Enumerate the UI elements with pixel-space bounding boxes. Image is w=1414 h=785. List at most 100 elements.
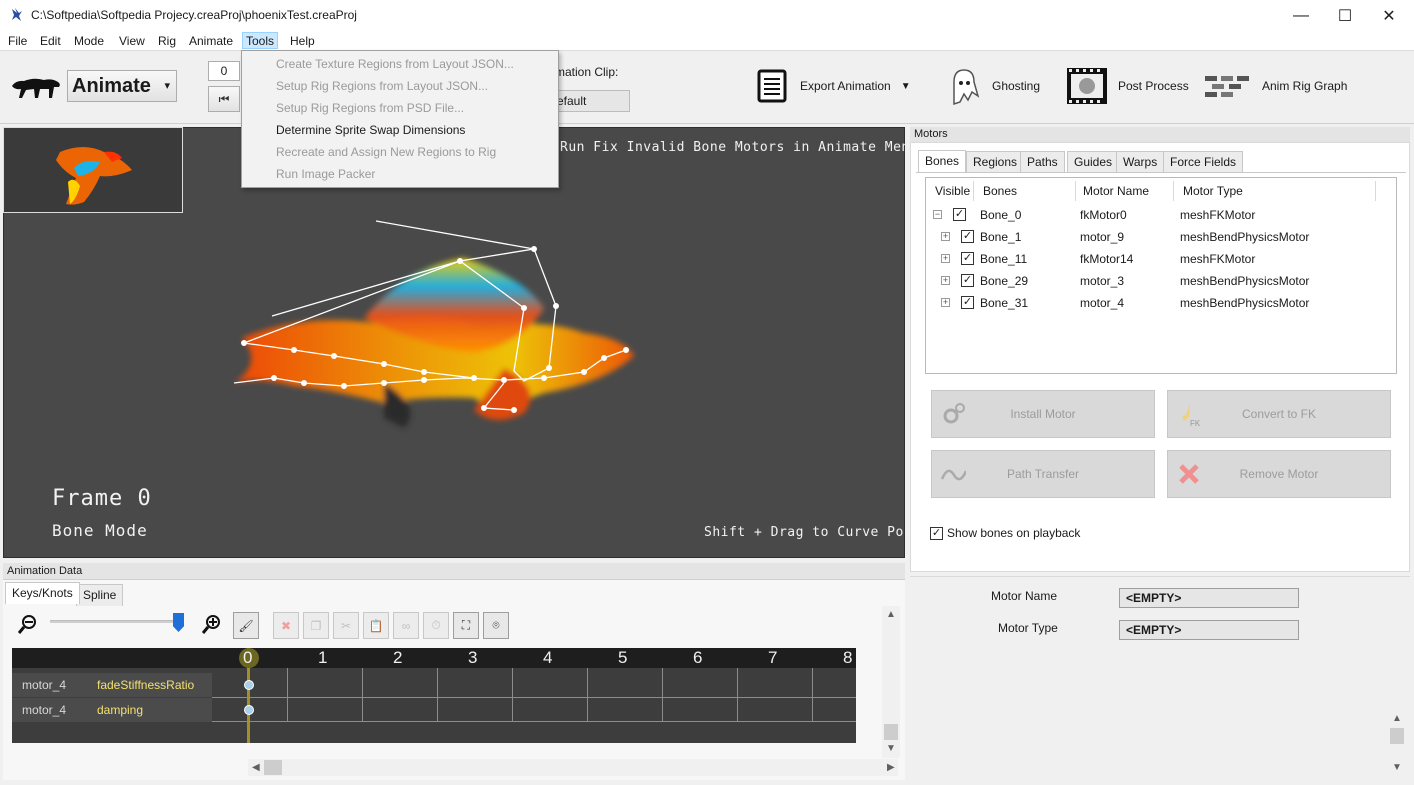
export-animation-button[interactable]: Export Animation ▼	[756, 64, 911, 108]
scroll-down-icon[interactable]: ▼	[1392, 762, 1402, 773]
scroll-right-icon[interactable]: ▶	[887, 762, 895, 773]
close-button[interactable]: ✕	[1366, 0, 1412, 31]
bone-name[interactable]: Bone_29	[980, 274, 1028, 288]
scroll-up-icon[interactable]: ▲	[1392, 713, 1402, 724]
tab-bones[interactable]: Bones	[918, 150, 967, 172]
show-bones-checkbox[interactable]: ✓	[930, 526, 943, 540]
bone-name[interactable]: Bone_31	[980, 296, 1028, 310]
install-motor-button[interactable]: Install Motor	[931, 390, 1155, 438]
tab-regions[interactable]: Regions	[966, 151, 1025, 173]
bone-name[interactable]: Bone_1	[980, 230, 1021, 244]
expand-icon[interactable]: +	[941, 276, 950, 285]
column-header-visible[interactable]: Visible	[935, 184, 970, 198]
window-title: C:\Softpedia\Softpedia Projecy.creaProj\…	[31, 8, 357, 22]
show-bones-checkbox-row[interactable]: ✓ Show bones on playback	[930, 526, 1080, 540]
menu-item-setup-rig-regions-psd[interactable]: Setup Rig Regions from PSD File...	[276, 101, 464, 115]
menu-rig[interactable]: Rig	[155, 33, 179, 50]
remove-motor-label: Remove Motor	[1239, 467, 1319, 481]
convert-to-fk-button[interactable]: FK Convert to FK	[1167, 390, 1391, 438]
post-process-button[interactable]: Post Process	[1066, 64, 1189, 108]
maximize-button[interactable]: ☐	[1322, 0, 1368, 31]
visible-checkbox[interactable]: ✓	[961, 296, 974, 309]
remove-motor-button[interactable]: Remove Motor	[1167, 450, 1391, 498]
keyframe-knot[interactable]	[244, 680, 254, 690]
keyframe-knot[interactable]	[244, 705, 254, 715]
brush-tool-button[interactable]: 🖌	[233, 612, 259, 639]
menu-edit[interactable]: Edit	[37, 33, 64, 50]
tab-guides[interactable]: Guides	[1067, 151, 1120, 173]
zoom-out-icon[interactable]	[18, 614, 38, 636]
motor-name[interactable]: motor_9	[1080, 230, 1124, 244]
tab-spline[interactable]: Spline	[76, 584, 124, 606]
motor-type[interactable]: meshBendPhysicsMotor	[1180, 296, 1309, 310]
motor-name[interactable]: motor_3	[1080, 274, 1124, 288]
zoom-in-icon[interactable]	[202, 614, 222, 636]
motor-name[interactable]: fkMotor0	[1080, 208, 1127, 222]
scrollbar-thumb[interactable]	[884, 724, 898, 740]
visible-checkbox[interactable]: ✓	[961, 274, 974, 287]
menu-help[interactable]: Help	[287, 33, 318, 50]
expand-icon[interactable]: +	[941, 232, 950, 241]
scrollbar-thumb[interactable]	[264, 760, 282, 775]
delete-key-button[interactable]: ✖	[273, 612, 299, 639]
cut-key-button[interactable]: ✂	[333, 612, 359, 639]
scroll-left-icon[interactable]: ◀	[252, 762, 260, 773]
tab-warps[interactable]: Warps	[1116, 151, 1165, 173]
visible-checkbox[interactable]: ✓	[953, 208, 966, 221]
path-transfer-button[interactable]: Path Transfer	[931, 450, 1155, 498]
menu-item-determine-sprite-swap[interactable]: Determine Sprite Swap Dimensions	[276, 123, 465, 137]
menu-item-run-image-packer[interactable]: Run Image Packer	[276, 167, 375, 181]
first-frame-button[interactable]: ⏮	[208, 86, 240, 112]
column-header-motor-name[interactable]: Motor Name	[1083, 184, 1149, 198]
motor-type[interactable]: meshBendPhysicsMotor	[1180, 274, 1309, 288]
menu-item-recreate-regions[interactable]: Recreate and Assign New Regions to Rig	[276, 145, 496, 159]
zoom-slider-track[interactable]	[50, 620, 180, 623]
expand-icon[interactable]: +	[941, 298, 950, 307]
preview-thumbnail[interactable]	[3, 127, 183, 213]
anim-rig-graph-button[interactable]: Anim Rig Graph	[1204, 64, 1347, 108]
column-header-motor-type[interactable]: Motor Type	[1183, 184, 1243, 198]
menu-item-create-texture-regions[interactable]: Create Texture Regions from Layout JSON.…	[276, 57, 514, 71]
motor-name[interactable]: fkMotor14	[1080, 252, 1133, 266]
visible-checkbox[interactable]: ✓	[961, 230, 974, 243]
timeline-ruler[interactable]	[12, 648, 856, 668]
timer-button[interactable]: ⏱	[423, 612, 449, 639]
copy-key-button[interactable]: ❐	[303, 612, 329, 639]
menu-view[interactable]: View	[116, 33, 148, 50]
paste-key-button[interactable]: 📋	[363, 612, 389, 639]
motor-type-field[interactable]: <EMPTY>	[1119, 620, 1299, 640]
expand-icon[interactable]: +	[941, 254, 950, 263]
tab-force-fields[interactable]: Force Fields	[1163, 151, 1244, 173]
scroll-up-icon[interactable]: ▲	[886, 609, 896, 620]
bone-name[interactable]: Bone_0	[980, 208, 1021, 222]
track-row[interactable]: motor_4 fadeStiffnessRatio	[12, 673, 212, 697]
tab-keys-knots[interactable]: Keys/Knots	[5, 582, 80, 604]
visible-checkbox[interactable]: ✓	[961, 252, 974, 265]
motor-name-field[interactable]: <EMPTY>	[1119, 588, 1299, 608]
bone-name[interactable]: Bone_11	[980, 252, 1027, 266]
track-row[interactable]: motor_4 damping	[12, 698, 212, 722]
collapse-icon[interactable]: −	[933, 210, 942, 219]
frame-input[interactable]: 0	[208, 61, 240, 81]
motor-type[interactable]: meshFKMotor	[1180, 252, 1255, 266]
motor-type[interactable]: meshBendPhysicsMotor	[1180, 230, 1309, 244]
menu-mode[interactable]: Mode	[71, 33, 107, 50]
menu-tools[interactable]: Tools	[242, 32, 279, 49]
clip-field[interactable]: efault	[548, 90, 630, 112]
minimize-button[interactable]: —	[1278, 0, 1324, 31]
link-keys-button[interactable]: ∞	[393, 612, 419, 639]
tab-paths[interactable]: Paths	[1020, 151, 1065, 173]
mode-dropdown[interactable]: Animate ▾	[67, 70, 177, 102]
motor-type[interactable]: meshFKMotor	[1180, 208, 1255, 222]
menu-file[interactable]: File	[5, 33, 30, 50]
ghosting-button[interactable]: Ghosting	[946, 64, 1040, 108]
column-header-bones[interactable]: Bones	[983, 184, 1017, 198]
menu-animate[interactable]: Animate	[186, 33, 236, 50]
fit-view-button[interactable]: ⛶	[453, 612, 479, 639]
menu-item-setup-rig-regions-json[interactable]: Setup Rig Regions from Layout JSON...	[276, 79, 488, 93]
center-button[interactable]: ⌾	[483, 612, 509, 639]
scrollbar-thumb[interactable]	[1390, 728, 1404, 744]
scroll-down-icon[interactable]: ▼	[886, 743, 896, 754]
motor-name[interactable]: motor_4	[1080, 296, 1124, 310]
timeline-horizontal-scrollbar[interactable]	[248, 759, 898, 776]
